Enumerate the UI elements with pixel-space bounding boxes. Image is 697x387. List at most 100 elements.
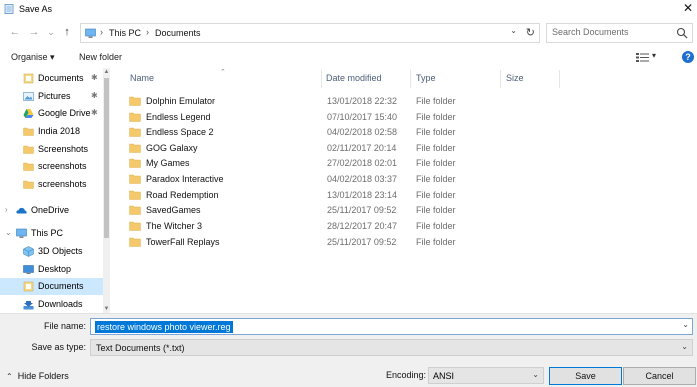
breadcrumb-this-pc[interactable]: This PC (109, 28, 141, 38)
folder-icon (23, 127, 34, 136)
encoding-select[interactable]: ANSI ⌄ (428, 367, 544, 384)
folder-icon (129, 190, 141, 200)
pin-icon: ✱ (91, 73, 98, 82)
file-type: File folder (416, 190, 456, 200)
chevron-down-icon[interactable]: ⌄ (681, 342, 688, 351)
column-divider[interactable] (559, 70, 560, 88)
file-row[interactable]: TowerFall Replays 25/11/2017 09:52 File … (129, 234, 549, 250)
desktop-icon (23, 265, 34, 274)
file-row[interactable]: Paradox Interactive 04/02/2018 03:37 Fil… (129, 171, 549, 187)
file-name: Endless Legend (146, 112, 211, 122)
up-button[interactable]: ↑ (60, 25, 74, 39)
column-header-date-modified[interactable]: Date modified (326, 73, 382, 83)
folder-icon (129, 158, 141, 168)
chevron-down-icon[interactable]: ⌄ (5, 228, 12, 237)
breadcrumb-documents[interactable]: Documents (155, 28, 201, 38)
chevron-right-icon[interactable]: › (5, 205, 8, 214)
column-header-size[interactable]: Size (506, 73, 524, 83)
file-type: File folder (416, 221, 456, 231)
file-row[interactable]: The Witcher 3 28/12/2017 20:47 File fold… (129, 218, 549, 234)
documents-icon (23, 73, 34, 84)
sidebar-item-india-2018[interactable]: India 2018 (0, 123, 110, 140)
folder-icon (129, 221, 141, 231)
file-name-value[interactable]: restore windows photo viewer.reg (95, 321, 233, 333)
address-bar[interactable]: › This PC › Documents ⌄ ↻ (80, 23, 540, 43)
back-button[interactable]: ← (8, 25, 22, 39)
column-header-type[interactable]: Type (416, 73, 436, 83)
folder-icon (23, 162, 34, 171)
file-name-label: File name: (43, 321, 86, 331)
chevron-down-icon[interactable]: ⌄ (510, 26, 517, 35)
column-divider[interactable] (500, 70, 501, 88)
file-date: 25/11/2017 09:52 (327, 237, 397, 247)
folder-icon (129, 127, 141, 137)
search-icon[interactable] (676, 27, 688, 39)
cancel-button[interactable]: Cancel (623, 367, 696, 385)
chevron-up-icon: ⌃ (6, 372, 13, 381)
file-row[interactable]: Endless Legend 07/10/2017 15:40 File fol… (129, 109, 549, 125)
column-header-name[interactable]: Name (130, 73, 154, 83)
recent-locations-button[interactable]: ⌄ (44, 25, 58, 39)
chevron-down-icon[interactable]: ▾ (652, 51, 656, 60)
close-button[interactable]: ✕ (679, 0, 697, 18)
file-row[interactable]: Endless Space 2 04/02/2018 02:58 File fo… (129, 124, 549, 140)
view-options-icon[interactable] (636, 52, 650, 63)
sidebar-item-label: Pictures (38, 91, 71, 101)
onedrive-icon (16, 207, 27, 214)
chevron-down-icon[interactable]: ⌄ (682, 320, 689, 329)
command-bar: Organise ▾ New folder ▾ ? (0, 48, 697, 68)
file-name-field[interactable]: restore windows photo viewer.reg ⌄ (90, 318, 693, 335)
file-row[interactable]: Road Redemption 13/01/2018 23:14 File fo… (129, 187, 549, 203)
hide-folders-button[interactable]: ⌃ Hide Folders (6, 371, 69, 381)
search-input[interactable] (552, 27, 672, 37)
pin-icon: ✱ (91, 108, 98, 117)
file-name: Road Redemption (146, 190, 219, 200)
organise-button[interactable]: Organise ▾ (11, 52, 55, 63)
sidebar-item-documents-quick[interactable]: Documents ✱ (0, 70, 110, 87)
file-name: My Games (146, 158, 190, 168)
file-row[interactable]: SavedGames 25/11/2017 09:52 File folder (129, 202, 549, 218)
sidebar-item-3d-objects[interactable]: 3D Objects (0, 243, 110, 260)
search-box[interactable] (546, 23, 693, 43)
scroll-up-icon[interactable]: ▲ (103, 69, 110, 75)
sidebar-item-pictures[interactable]: Pictures ✱ (0, 88, 110, 105)
sidebar-item-downloads[interactable]: Downloads (0, 296, 110, 313)
file-name: Paradox Interactive (146, 174, 224, 184)
new-folder-button[interactable]: New folder (79, 52, 122, 62)
save-as-type-select[interactable]: Text Documents (*.txt) ⌄ (90, 339, 693, 356)
file-date: 25/11/2017 09:52 (327, 205, 397, 215)
sidebar-item-label: Google Drive (38, 108, 91, 118)
sidebar-item-google-drive[interactable]: Google Drive ✱ (0, 105, 110, 122)
sidebar-item-label: screenshots (38, 161, 87, 171)
sidebar-item-desktop[interactable]: Desktop (0, 261, 110, 278)
navigation-bar: ← → ⌄ ↑ › This PC › Documents ⌄ ↻ (0, 20, 697, 46)
navigation-pane-scrollbar[interactable]: ▲ ▼ (103, 68, 110, 313)
file-row[interactable]: Dolphin Emulator 13/01/2018 22:32 File f… (129, 93, 549, 109)
sidebar-item-screenshots-3[interactable]: screenshots (0, 176, 110, 193)
encoding-label: Encoding: (386, 370, 427, 380)
scrollbar-thumb[interactable] (104, 78, 109, 238)
refresh-icon[interactable]: ↻ (526, 26, 535, 39)
sidebar-item-documents[interactable]: Documents (0, 278, 110, 295)
pin-icon: ✱ (91, 91, 98, 100)
file-type: File folder (416, 127, 456, 137)
sidebar-item-screenshots-1[interactable]: Screenshots (0, 141, 110, 158)
column-divider[interactable] (321, 70, 322, 88)
file-row[interactable]: My Games 27/02/2018 02:01 File folder (129, 155, 549, 171)
column-divider[interactable] (410, 70, 411, 88)
forward-button[interactable]: → (27, 25, 41, 39)
sidebar-item-screenshots-2[interactable]: screenshots (0, 158, 110, 175)
file-type: File folder (416, 143, 456, 153)
sidebar-item-onedrive[interactable]: › OneDrive (0, 202, 110, 219)
help-button[interactable]: ? (682, 51, 694, 63)
scroll-down-icon[interactable]: ▼ (103, 306, 110, 312)
folder-icon (23, 180, 34, 189)
file-type: File folder (416, 96, 456, 106)
chevron-down-icon[interactable]: ⌄ (532, 370, 539, 379)
save-button[interactable]: Save (549, 367, 622, 385)
sidebar-item-this-pc[interactable]: ⌄ This PC (0, 225, 110, 242)
file-date: 27/02/2018 02:01 (327, 158, 398, 168)
file-date: 28/12/2017 20:47 (327, 221, 398, 231)
file-row[interactable]: GOG Galaxy 02/11/2017 20:14 File folder (129, 140, 549, 156)
this-pc-icon (85, 28, 96, 38)
